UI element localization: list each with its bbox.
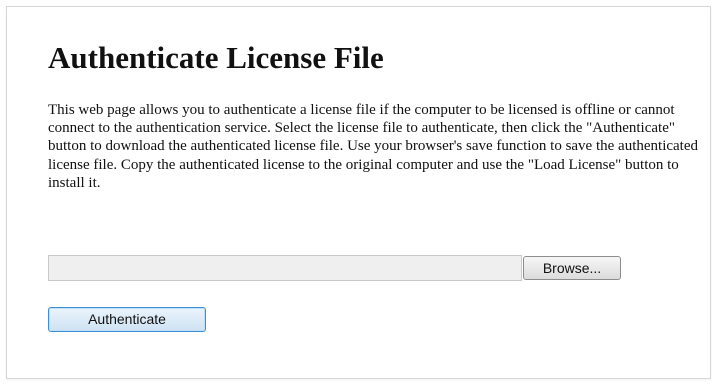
- instructions-text: This web page allows you to authenticate…: [48, 102, 699, 191]
- authenticate-button[interactable]: Authenticate: [48, 307, 206, 332]
- page-title: Authenticate License File: [48, 40, 384, 75]
- page: Authenticate License File This web page …: [0, 0, 717, 385]
- browse-button[interactable]: Browse...: [523, 256, 621, 280]
- license-panel: Authenticate License File This web page …: [6, 6, 711, 379]
- license-file-input[interactable]: [48, 255, 522, 281]
